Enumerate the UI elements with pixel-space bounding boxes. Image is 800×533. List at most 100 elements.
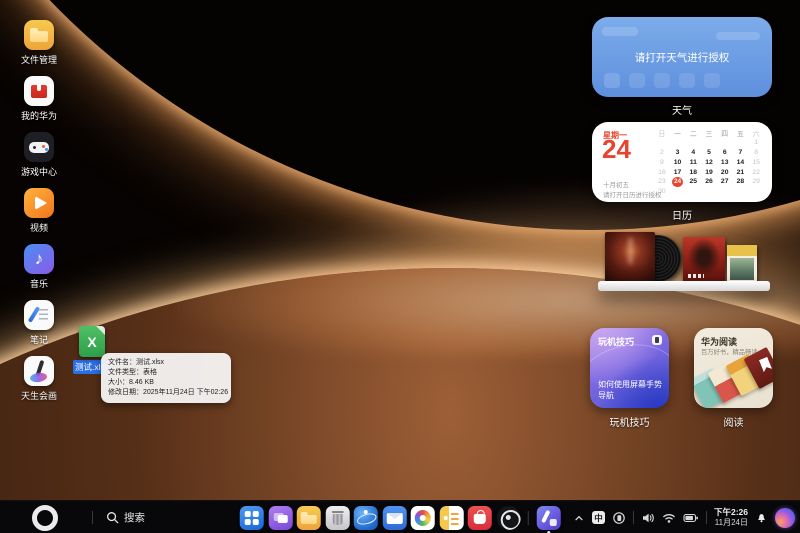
taskbar: 搜索 中 下午2:26 bbox=[0, 500, 800, 533]
calendar-day: 14 bbox=[737, 159, 745, 166]
reading-widget[interactable]: 华为阅读 百万好书，精品畅读 bbox=[694, 328, 773, 408]
weather-widget[interactable]: 请打开天气进行授权 bbox=[592, 17, 772, 97]
calendar-day: 20 bbox=[721, 169, 729, 176]
calendar-day: 21 bbox=[737, 169, 745, 176]
clock-date: 11月24日 bbox=[715, 518, 748, 527]
system-tray: 中 下午2:26 11月24日 bbox=[573, 501, 795, 533]
desktop-app-game-center[interactable]: 游戏中心 bbox=[16, 132, 62, 178]
tips-body: 如何使用屏幕手势导航 bbox=[598, 379, 662, 401]
launcher-icon bbox=[240, 506, 264, 530]
bell-icon[interactable] bbox=[755, 511, 768, 524]
calendar-day: 30 bbox=[658, 188, 666, 195]
volume-icon[interactable] bbox=[641, 511, 655, 525]
game-center-icon bbox=[24, 132, 54, 162]
gopaint-icon bbox=[536, 506, 560, 530]
calendar-day-number: 24 bbox=[602, 136, 631, 162]
super-device-icon[interactable] bbox=[612, 511, 626, 525]
app-label: 音乐 bbox=[30, 277, 48, 290]
desktop-app-video[interactable]: 视频 bbox=[16, 188, 62, 234]
tooltip-filetype: 文件类型：表格 bbox=[108, 368, 224, 378]
calendar-lunar-date: 十月初五 bbox=[603, 179, 629, 189]
phone-badge-icon bbox=[652, 335, 662, 345]
app-label: 我的华为 bbox=[21, 109, 57, 122]
gallery-icon bbox=[411, 506, 435, 530]
dock-folder[interactable] bbox=[297, 506, 321, 530]
notes-icon bbox=[24, 300, 54, 330]
desktop-app-files[interactable]: 文件管理 bbox=[16, 20, 62, 66]
calendar-header: 四 bbox=[721, 128, 728, 138]
calendar-header: 六 bbox=[753, 128, 760, 138]
video-icon bbox=[24, 188, 54, 218]
input-method-icon[interactable]: 中 bbox=[592, 511, 605, 524]
weather-widget-label: 天气 bbox=[592, 102, 772, 117]
album-portrait-cover bbox=[683, 237, 725, 282]
search-button[interactable]: 搜索 bbox=[106, 501, 145, 533]
dock-browser[interactable] bbox=[354, 506, 378, 530]
wifi-icon[interactable] bbox=[662, 511, 676, 525]
music-icon bbox=[24, 244, 54, 274]
dock-gallery[interactable] bbox=[411, 506, 435, 530]
tray-divider bbox=[633, 511, 634, 524]
search-icon bbox=[106, 511, 119, 524]
dock-memo[interactable] bbox=[439, 506, 463, 530]
app-label: 视频 bbox=[30, 221, 48, 234]
calendar-widget-label: 日历 bbox=[592, 207, 772, 222]
search-label: 搜索 bbox=[124, 510, 145, 525]
xlsx-letter: X bbox=[79, 326, 105, 357]
dock-appgallery[interactable] bbox=[468, 506, 492, 530]
calendar-auth-notice: 请打开日历进行授权 bbox=[603, 189, 662, 199]
tray-clock[interactable]: 下午2:26 11月24日 bbox=[714, 508, 748, 527]
calendar-day: 18 bbox=[690, 169, 698, 176]
calendar-day: 16 bbox=[658, 169, 666, 176]
tooltip-filesize: 大小：8.46 KB bbox=[108, 378, 224, 388]
calendar-day: 26 bbox=[705, 178, 713, 185]
calendar-day: 17 bbox=[674, 169, 682, 176]
calendar-header: 二 bbox=[690, 128, 697, 138]
desktop-app-gopaint[interactable]: 天生会画 bbox=[16, 356, 62, 402]
tips-title: 玩机技巧 bbox=[598, 335, 634, 348]
dock-mail[interactable] bbox=[382, 506, 406, 530]
weather-auth-message: 请打开天气进行授权 bbox=[592, 17, 772, 97]
calendar-day: 3 bbox=[676, 149, 680, 156]
harmonyos-ring-logo[interactable] bbox=[32, 505, 58, 531]
dock-trash[interactable] bbox=[325, 506, 349, 530]
dock-launcher[interactable] bbox=[240, 506, 264, 530]
settings-icon bbox=[496, 506, 520, 530]
calendar-day: 15 bbox=[752, 159, 760, 166]
clock-time: 下午2:26 bbox=[714, 508, 748, 518]
calendar-day: 27 bbox=[721, 178, 729, 185]
desktop-app-notes[interactable]: 笔记 bbox=[16, 300, 62, 346]
tips-widget[interactable]: 玩机技巧 如何使用屏幕手势导航 bbox=[590, 328, 669, 408]
taskbar-divider bbox=[92, 511, 93, 524]
dock-settings[interactable] bbox=[496, 506, 520, 530]
app-label: 文件管理 bbox=[21, 53, 57, 66]
celia-assistant-icon[interactable] bbox=[775, 508, 795, 528]
mail-icon bbox=[382, 506, 406, 530]
dock bbox=[240, 501, 561, 533]
calendar-day: 29 bbox=[752, 178, 760, 185]
chevron-up-icon[interactable] bbox=[573, 512, 585, 524]
calendar-day: 9 bbox=[660, 159, 664, 166]
calendar-day: 1 bbox=[754, 139, 758, 146]
tooltip-modified: 修改日期：2025年11月24日 下午02:26 bbox=[108, 388, 224, 398]
desktop-app-music[interactable]: 音乐 bbox=[16, 244, 62, 290]
album-classical-cover bbox=[727, 245, 757, 283]
desktop-app-my-huawei[interactable]: 我的华为 bbox=[16, 76, 62, 122]
album-nebula-cover bbox=[605, 232, 655, 282]
dock-gopaint[interactable] bbox=[536, 506, 560, 530]
browser-icon bbox=[354, 506, 378, 530]
calendar-day: 25 bbox=[690, 178, 698, 185]
battery-icon[interactable] bbox=[683, 512, 699, 524]
calendar-day: 5 bbox=[707, 149, 711, 156]
memo-icon bbox=[439, 506, 463, 530]
calendar-day: 8 bbox=[754, 149, 758, 156]
dock-multitask[interactable] bbox=[268, 506, 292, 530]
appgallery-icon bbox=[468, 506, 492, 530]
calendar-widget[interactable]: 星期一 24 十月初五 请打开日历进行授权 日一二三四五六12345678910… bbox=[592, 122, 772, 202]
calendar-header: 日 bbox=[658, 128, 665, 138]
calendar-today: 24 bbox=[672, 177, 683, 188]
folder-icon bbox=[297, 506, 321, 530]
music-widget[interactable] bbox=[596, 228, 774, 298]
tooltip-filename: 文件名：测试.xlsx bbox=[108, 358, 224, 368]
tray-divider bbox=[706, 511, 707, 524]
